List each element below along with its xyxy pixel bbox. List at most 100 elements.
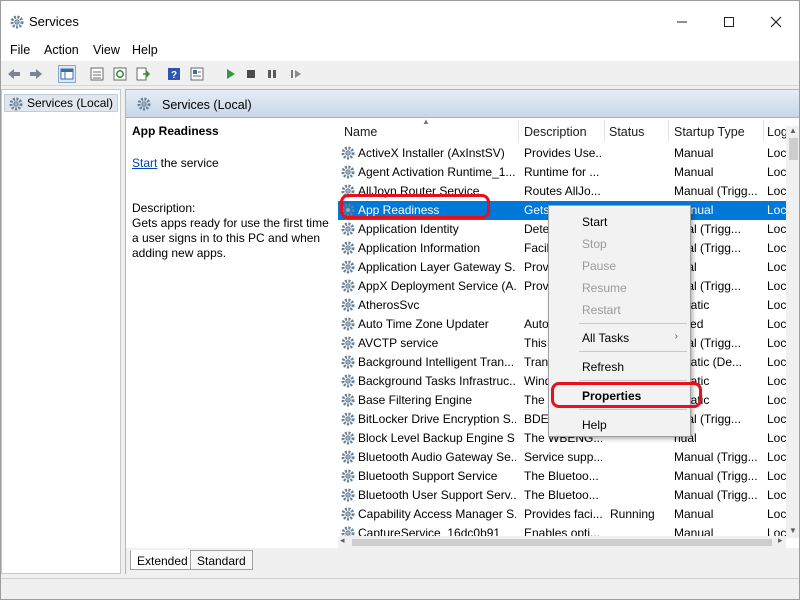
console-tree-icon[interactable] [58, 65, 76, 83]
column-divider[interactable] [668, 120, 669, 142]
play-icon[interactable] [221, 65, 239, 83]
menu-item-refresh[interactable]: Refresh [549, 357, 690, 377]
scrollbar-thumb[interactable] [352, 539, 772, 546]
help-icon[interactable]: ? [165, 65, 183, 83]
menu-action[interactable]: Action [44, 43, 79, 57]
start-service-line: Start the service [132, 156, 219, 170]
column-divider[interactable] [763, 120, 764, 142]
back-arrow-icon[interactable] [5, 65, 23, 83]
menu-separator [579, 380, 687, 381]
service-status-cell: Running [610, 507, 655, 521]
services-pane: Services (Local) App Readiness Start the… [125, 89, 799, 574]
gear-icon [136, 96, 152, 115]
service-name-cell: Application Layer Gateway S... [358, 260, 516, 274]
scroll-right-icon[interactable]: ▸ [778, 535, 783, 546]
scroll-up-icon[interactable]: ▲ [789, 126, 797, 135]
service-name-cell: Block Level Backup Engine S... [358, 431, 516, 445]
menu-item-pause[interactable]: Pause [549, 256, 690, 276]
column-header-startup-type[interactable]: Startup Type [674, 125, 745, 139]
column-header-name[interactable]: Name [344, 125, 377, 139]
service-description-cell: Runtime for ... [524, 165, 600, 179]
table-row[interactable]: Capability Access Manager S... Provides f… [338, 505, 786, 524]
close-button[interactable] [753, 7, 799, 37]
list-view-icon[interactable] [88, 65, 106, 83]
service-name-cell: Auto Time Zone Updater [358, 317, 489, 331]
service-name-cell: Bluetooth Audio Gateway Se... [358, 450, 516, 464]
highlight-properties [551, 382, 702, 408]
maximize-button[interactable] [706, 7, 752, 37]
menu-item-start[interactable]: Start [549, 212, 690, 232]
service-name-cell: Application Identity [358, 222, 459, 236]
description-label: Description: [132, 201, 196, 215]
service-detail-title: App Readiness [132, 124, 219, 138]
service-gear-icon [340, 259, 356, 278]
service-description-cell: Provides faci... [524, 507, 602, 521]
tab-extended[interactable]: Extended [130, 550, 195, 570]
vertical-scrollbar[interactable]: ▲ ▼ [786, 126, 799, 538]
menu-item-restart[interactable]: Restart [549, 300, 690, 320]
menu-view[interactable]: View [93, 43, 120, 57]
column-divider[interactable] [518, 120, 519, 142]
menu-help[interactable]: Help [132, 43, 158, 57]
service-startup-type-cell: Manual (Trigg... [674, 469, 758, 483]
service-startup-type-cell: Manual [674, 165, 714, 179]
scroll-left-icon[interactable]: ◂ [340, 535, 345, 546]
title-bar: Services [1, 1, 799, 41]
menu-item-help[interactable]: Help [549, 415, 690, 435]
tab-standard[interactable]: Standard [190, 550, 253, 570]
column-header-log-on-as[interactable]: Log [767, 125, 788, 139]
service-startup-type-cell: Manual (Trigg... [674, 450, 758, 464]
restart-icon[interactable] [287, 65, 305, 83]
service-gear-icon [340, 297, 356, 316]
column-divider[interactable] [604, 120, 605, 142]
service-name-cell: Application Information [358, 241, 481, 255]
table-row[interactable]: Agent Activation Runtime_1... Runtime for… [338, 163, 786, 182]
service-name-cell: ActiveX Installer (AxInstSV) [358, 146, 505, 160]
service-gear-icon [340, 487, 356, 506]
gear-icon [9, 14, 25, 30]
menu-separator [579, 351, 687, 352]
service-gear-icon [340, 506, 356, 525]
table-row[interactable]: Bluetooth Audio Gateway Se... Service sup… [338, 448, 786, 467]
pane-header: Services (Local) [126, 90, 799, 118]
service-gear-icon [340, 373, 356, 392]
start-service-link[interactable]: Start [132, 156, 157, 170]
view-tabs: Extended Standard [126, 548, 799, 574]
table-header: ▲ Name Description Status Startup Type L… [338, 118, 799, 144]
service-gear-icon [340, 164, 356, 183]
horizontal-scrollbar[interactable]: ◂ ▸ [338, 535, 786, 548]
stop-icon[interactable] [242, 65, 260, 83]
service-name-cell: Background Intelligent Tran... [358, 355, 515, 369]
chevron-right-icon: › [674, 331, 678, 342]
service-description-cell: The Bluetoo... [524, 469, 599, 483]
table-row[interactable]: ActiveX Installer (AxInstSV) Provides Use… [338, 144, 786, 163]
service-description-cell: Service supp... [524, 450, 602, 464]
menu-file[interactable]: File [10, 43, 30, 57]
pause-icon[interactable] [263, 65, 281, 83]
window-title: Services [29, 14, 79, 29]
forward-arrow-icon[interactable] [27, 65, 45, 83]
service-description-cell: The Bluetoo... [524, 488, 599, 502]
service-name-cell: AtherosSvc [358, 298, 420, 312]
menu-item-stop[interactable]: Stop [549, 234, 690, 254]
minimize-button[interactable] [659, 7, 705, 37]
status-bar [1, 578, 799, 599]
properties-view-icon[interactable] [188, 65, 206, 83]
export-list-icon[interactable] [134, 65, 152, 83]
service-gear-icon [340, 430, 356, 449]
service-startup-type-cell: Manual (Trigg... [674, 488, 758, 502]
menu-item-all-tasks[interactable]: All Tasks › [549, 328, 690, 348]
column-header-description[interactable]: Description [524, 125, 587, 139]
menu-item-resume[interactable]: Resume [549, 278, 690, 298]
scroll-down-icon[interactable]: ▼ [789, 526, 797, 535]
menu-bar: File Action View Help [1, 41, 799, 61]
service-detail-panel: App Readiness Start the service Descript… [126, 118, 336, 548]
refresh-icon[interactable] [111, 65, 129, 83]
table-row[interactable]: Bluetooth User Support Serv... The Blueto… [338, 486, 786, 505]
scrollbar-thumb[interactable] [789, 138, 798, 160]
tree-item-services-local[interactable]: Services (Local) [4, 94, 119, 115]
table-row[interactable]: Bluetooth Support Service The Bluetoo... M… [338, 467, 786, 486]
column-header-status[interactable]: Status [609, 125, 644, 139]
description-text: Gets apps ready for use the first time a… [132, 216, 329, 260]
gear-icon [8, 96, 24, 115]
